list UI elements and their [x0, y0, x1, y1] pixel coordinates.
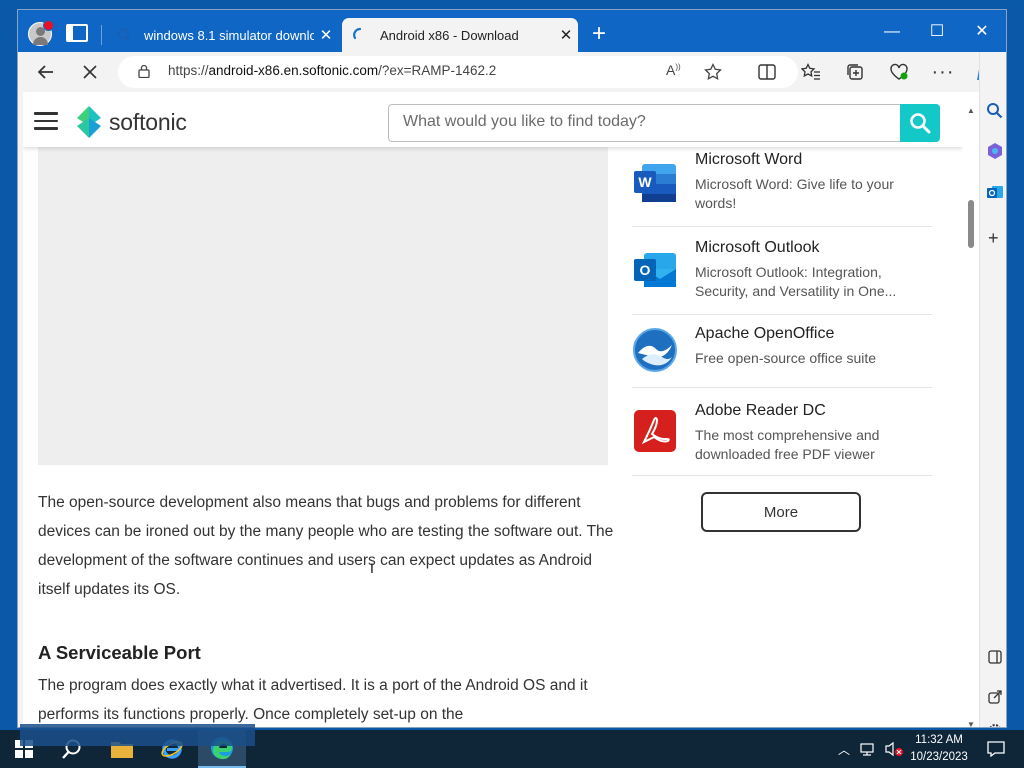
logo-text: softonic [109, 108, 187, 135]
app-description: Microsoft Word: Give life to your words! [695, 176, 894, 211]
article-heading: A Serviceable Port [38, 642, 201, 663]
related-app-item[interactable]: O Microsoft Outlook Microsoft Outlook: I… [632, 227, 932, 315]
profile-avatar-icon[interactable] [28, 20, 54, 46]
edge-sidebar: + [979, 52, 1006, 728]
site-search [388, 104, 940, 142]
svg-text:O: O [640, 262, 651, 278]
app-name: Microsoft Outlook [695, 239, 820, 256]
word-icon: W [634, 164, 676, 202]
related-app-item[interactable]: Adobe Reader DC The most comprehensive a… [632, 388, 932, 476]
app-description: Microsoft Outlook: Integration, Security… [695, 264, 897, 299]
tab-actions-icon[interactable] [66, 24, 88, 42]
favorite-star-icon[interactable] [704, 63, 722, 81]
pdf-icon [634, 410, 676, 452]
softonic-logo-icon [77, 106, 101, 138]
minimize-button[interactable]: — [870, 17, 914, 47]
scroll-down-icon[interactable]: ▼ [967, 720, 975, 727]
app-description: Free open-source office suite [695, 350, 877, 366]
stop-icon [83, 65, 97, 79]
read-aloud-icon[interactable]: A)) [666, 62, 681, 78]
favorites-icon [801, 63, 820, 80]
collections-button[interactable] [840, 58, 870, 86]
split-screen-button[interactable] [752, 58, 782, 86]
system-tray: ︿ [838, 730, 904, 768]
tab-close-icon[interactable]: ✕ [314, 26, 338, 44]
taskbar-clock[interactable]: 11:32 AM 10/23/2023 [908, 732, 970, 766]
url-host: android-x86.en.softonic.com [208, 63, 379, 78]
related-app-item[interactable]: W Microsoft Word Microsoft Word: Give li… [632, 147, 932, 227]
browser-essentials-button[interactable] [884, 58, 914, 86]
scroll-thumb[interactable] [968, 200, 974, 248]
notification-icon [987, 741, 1005, 757]
menu-hamburger-icon[interactable] [34, 112, 58, 130]
app-name: Apache OpenOffice [695, 325, 835, 342]
clock-date: 10/23/2023 [910, 751, 968, 763]
url-text[interactable]: https://android-x86.en.softonic.com/?ex=… [168, 63, 496, 78]
clock-time: 11:32 AM [915, 734, 963, 746]
add-sidebar-app-icon[interactable]: + [988, 228, 999, 249]
split-screen-icon [758, 64, 776, 80]
close-window-button[interactable]: ✕ [960, 17, 1004, 47]
more-button[interactable]: More [701, 492, 861, 532]
settings-gear-icon[interactable] [987, 722, 1003, 728]
ad-placeholder [38, 147, 608, 465]
site-search-button[interactable] [900, 104, 940, 142]
openoffice-icon [633, 328, 677, 372]
tab-title: windows 8.1 simulator download [144, 27, 314, 43]
browser-toolbar: https://android-x86.en.softonic.com/?ex=… [18, 52, 1006, 92]
settings-more-button[interactable]: ··· [928, 58, 958, 86]
collections-icon [847, 64, 863, 80]
app-name: Microsoft Word [695, 151, 803, 168]
volume-muted-icon[interactable] [884, 741, 904, 757]
tab-windows-simulator[interactable]: windows 8.1 simulator download ✕ [106, 18, 338, 52]
back-button[interactable] [31, 58, 61, 86]
app-description: The most comprehensive and downloaded fr… [695, 427, 880, 462]
stop-loading-button[interactable] [75, 58, 105, 86]
favorites-button[interactable] [796, 58, 826, 86]
back-arrow-icon [37, 65, 53, 79]
heart-pulse-icon [890, 63, 908, 80]
hide-sidebar-icon[interactable] [988, 650, 1002, 664]
tab-title: Android x86 - Download [380, 27, 519, 43]
tab-close-icon[interactable]: ✕ [554, 26, 578, 44]
browser-window: windows 8.1 simulator download ✕ Android… [17, 9, 1007, 728]
article-paragraph: The open-source development also means t… [38, 494, 614, 598]
maximize-button[interactable]: ☐ [915, 17, 959, 47]
app-name: Adobe Reader DC [695, 402, 826, 419]
scroll-up-icon[interactable]: ▲ [967, 106, 975, 115]
article-paragraph: The program does exactly what it adverti… [38, 677, 588, 723]
search-icon[interactable] [986, 102, 1003, 119]
external-link-icon[interactable] [988, 690, 1002, 704]
tab-android-x86[interactable]: Android x86 - Download ✕ [342, 18, 578, 52]
search-icon [910, 113, 931, 134]
loading-spinner-icon [353, 27, 362, 40]
action-center-button[interactable] [976, 730, 1016, 768]
text-cursor-icon: I [370, 560, 374, 576]
site-search-input[interactable] [403, 113, 883, 131]
network-icon[interactable] [860, 742, 878, 756]
address-bar[interactable]: https://android-x86.en.softonic.com/?ex=… [118, 56, 798, 88]
show-hidden-icons-icon[interactable]: ︿ [838, 741, 850, 758]
new-tab-button[interactable]: + [586, 22, 612, 48]
outlook-icon[interactable] [986, 183, 1004, 201]
status-bar [20, 724, 255, 746]
url-path: /?ex=RAMP-1462.2 [378, 63, 497, 78]
outlook-icon: O [634, 253, 676, 287]
svg-text:W: W [638, 174, 652, 190]
tab-separator [101, 25, 102, 45]
search-favicon-icon [117, 28, 131, 42]
site-header: softonic [23, 92, 963, 147]
tab-strip: windows 8.1 simulator download ✕ Android… [18, 10, 1006, 52]
softonic-logo[interactable]: softonic [75, 106, 187, 138]
lock-icon[interactable] [138, 64, 150, 78]
related-app-item[interactable]: Apache OpenOffice Free open-source offic… [632, 315, 932, 388]
url-scheme: https:// [168, 63, 209, 78]
web-page: softonic The open-source development als… [23, 92, 963, 727]
page-scrollbar[interactable]: ▲ ▼ [963, 92, 979, 727]
discover-icon[interactable] [986, 142, 1004, 160]
